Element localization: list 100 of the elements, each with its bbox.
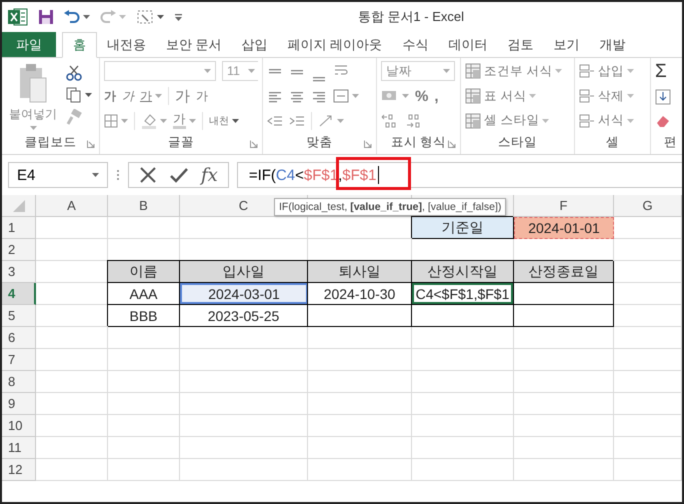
column-header[interactable]: B [108, 195, 180, 217]
table-cell: BBB [108, 305, 180, 327]
excel-icon [8, 8, 28, 26]
style-menu-button[interactable]: 표 서식 [484, 88, 526, 104]
borders-icon [104, 114, 118, 128]
row-header[interactable]: 2 [2, 239, 36, 261]
redo-icon [100, 10, 116, 24]
ribbon-tab[interactable]: 내전용 [97, 32, 156, 57]
phonetic-button[interactable]: 내천 [209, 114, 229, 128]
caret-icon [204, 69, 211, 74]
insert-cells-icon [579, 63, 595, 80]
increase-indent-icon [289, 114, 305, 128]
shrink-font-button[interactable]: 가 [196, 88, 208, 104]
select-all-icon [12, 200, 24, 212]
clipboard-icon [18, 63, 48, 103]
fill-color-icon [141, 112, 157, 129]
caret-icon [155, 94, 162, 98]
dialog-launcher-icon [250, 140, 258, 148]
caret-icon [92, 173, 99, 177]
caret-icon [542, 118, 550, 123]
insert-function-button[interactable]: fx [201, 164, 218, 186]
style-menu-button[interactable]: 셀 스타일 [484, 112, 540, 130]
italic-button[interactable]: 가 [122, 88, 134, 104]
delete-cells-icon [579, 88, 595, 104]
row-header[interactable]: 11 [2, 437, 36, 459]
formula-field[interactable]: =IF(C4<$F$1,$F$1 [236, 162, 682, 188]
font-color-button[interactable]: 가 [173, 112, 186, 130]
caret-icon [627, 94, 634, 98]
row-header[interactable]: 8 [2, 371, 36, 393]
caret-icon [555, 69, 562, 74]
column-header[interactable]: F [514, 195, 614, 217]
row-header[interactable]: 10 [2, 415, 36, 437]
save-icon [38, 9, 54, 25]
row-header[interactable]: 12 [2, 459, 36, 481]
caret-icon [529, 94, 536, 98]
group-label: 맞춤 [306, 134, 332, 150]
row-header[interactable]: 3 [2, 261, 36, 283]
number-format-field[interactable]: 날짜 [381, 61, 455, 82]
cells-menu-button[interactable]: 삭제 [598, 88, 624, 104]
style-menu-button[interactable]: 조건부 서식 [484, 62, 552, 80]
ribbon-tab[interactable]: 데이터 [438, 32, 498, 57]
align-left-icon [267, 90, 283, 102]
percent-button[interactable]: % [415, 88, 428, 104]
ribbon-tab[interactable]: 페이지 레이아웃 [278, 32, 392, 57]
row-header[interactable]: 1 [2, 217, 36, 239]
format-painter-icon [66, 109, 82, 125]
ribbon-tab[interactable]: 검토 [497, 32, 544, 57]
cells-menu-button[interactable]: 삽입 [598, 62, 624, 80]
underline-button[interactable]: 가 [140, 88, 152, 104]
caret-icon [352, 94, 359, 98]
table-cell: 2024-01-01 [514, 217, 614, 239]
conditional-format-icon [465, 63, 481, 80]
select-all-button[interactable] [2, 195, 36, 217]
column-header[interactable]: A [36, 195, 108, 217]
ribbon-tab[interactable]: 홈 [62, 32, 97, 58]
ribbon-tab[interactable]: 보안 문서 [156, 32, 232, 57]
name-box[interactable]: E4 [8, 162, 108, 188]
ribbon-tab[interactable]: 삽입 [232, 32, 278, 57]
function-tooltip: IF(logical_test, [value_if_true], [value_if_false]) [274, 198, 506, 216]
caret-icon [85, 93, 92, 97]
caret-icon [402, 94, 409, 98]
font-name-field[interactable] [104, 61, 216, 82]
currency-icon [381, 89, 399, 103]
caret-icon [160, 118, 167, 123]
table-cell: 산정종료일 [514, 261, 614, 283]
row-header[interactable]: 7 [2, 349, 36, 371]
row-header[interactable]: 5 [2, 305, 36, 327]
autosum-button[interactable]: Σ [655, 61, 667, 83]
ribbon-tab[interactable]: 보기 [543, 32, 590, 57]
row-header[interactable]: 4 [2, 283, 36, 305]
table-cell: 이름 [108, 261, 180, 283]
grow-font-button[interactable]: 가 [175, 86, 190, 106]
group-label: 표시 형식 [390, 134, 446, 150]
dialog-launcher-icon [364, 140, 372, 148]
table-cell: 산정시작일 [412, 261, 514, 283]
caret-icon [248, 69, 255, 74]
column-header[interactable]: G [614, 195, 682, 217]
eraser-icon [655, 113, 671, 129]
window-title: 통합 문서1 - Excel [358, 8, 464, 26]
table-cell: 2024-03-01 [180, 283, 308, 305]
align-center-icon [289, 90, 305, 102]
decrease-indent-icon [267, 114, 283, 128]
dialog-launcher-icon [448, 140, 456, 148]
bold-button[interactable]: 가 [104, 88, 116, 104]
ribbon-tab[interactable]: 수식 [392, 32, 438, 57]
row-header[interactable]: 6 [2, 327, 36, 349]
align-top-icon [267, 68, 283, 74]
ribbon-tab[interactable]: 개발 [589, 32, 636, 57]
table-cell: 퇴사일 [308, 261, 412, 283]
align-right-icon [311, 90, 327, 102]
group-label: 클립보드 [24, 134, 76, 150]
align-bottom-icon [311, 76, 327, 82]
more-icon [116, 168, 120, 182]
fill-icon [655, 89, 671, 105]
cells-menu-button[interactable]: 서식 [598, 112, 624, 130]
comma-button[interactable]: , [434, 88, 439, 104]
file-tab[interactable]: 파일 [2, 32, 56, 57]
paste-button[interactable]: 붙여넣기 [6, 61, 60, 131]
row-header[interactable]: 9 [2, 393, 36, 415]
active-cell: C4<$F$1,$F$1 [412, 283, 514, 305]
